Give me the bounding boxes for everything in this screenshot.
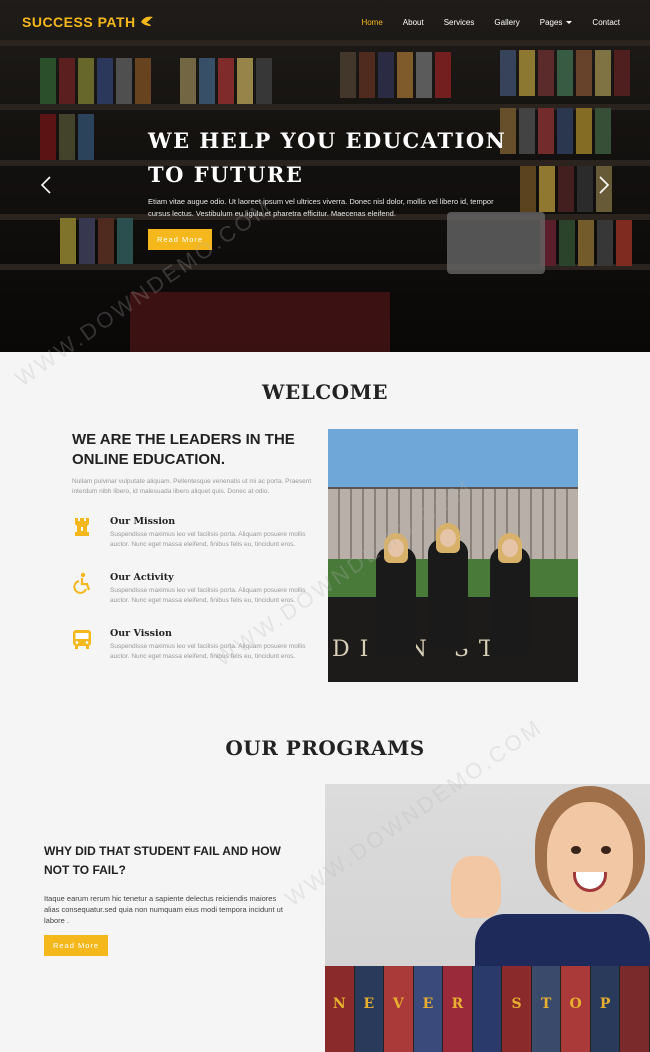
graduate-figure <box>502 539 518 557</box>
book-spine: S <box>502 966 532 1052</box>
book-spine <box>620 966 650 1052</box>
hero-title-line1: WE HELP YOU EDUCATION <box>148 128 507 153</box>
girl-figure <box>547 802 633 912</box>
nav-pages-label: Pages <box>539 18 563 27</box>
feature-text: Suspendisse maximus leo vel facilisis po… <box>110 587 306 604</box>
book-spine: V <box>384 966 414 1052</box>
book-letter: R <box>451 996 464 1012</box>
book-spine: T <box>531 966 562 1052</box>
nav-services[interactable]: Services <box>444 18 475 27</box>
book-letter: E <box>363 996 375 1012</box>
book-letter: E <box>422 996 434 1012</box>
nav-contact[interactable]: Contact <box>592 18 620 27</box>
welcome-heading: WE ARE THE LEADERS IN THE ONLINE EDUCATI… <box>72 431 295 468</box>
graduate-figure <box>388 539 404 557</box>
girl-figure <box>601 846 611 854</box>
top-navbar: SUCCESS PATH Home About Services Gallery… <box>0 0 650 44</box>
wheelchair-icon <box>73 572 91 594</box>
graduate-figure <box>490 547 530 657</box>
girl-photo: N E V E R S T O P <box>325 784 650 1052</box>
program-description: Itaque earum rerum hic tenetur a sapient… <box>44 894 283 925</box>
book-spine: R <box>443 966 473 1052</box>
program-heading: WHY DID THAT STUDENT FAIL AND HOW NOT TO… <box>44 844 281 877</box>
book-spine: E <box>413 966 444 1052</box>
program-read-more-button[interactable]: Read More <box>44 935 108 956</box>
nav-about[interactable]: About <box>403 18 424 27</box>
chevron-left-icon[interactable] <box>40 176 52 194</box>
book-spine: O <box>561 966 591 1052</box>
book-spine <box>472 966 503 1052</box>
book-stack: N E V E R S T O P <box>325 966 650 1052</box>
book-letter: O <box>569 996 582 1012</box>
hero-title: WE HELP YOU EDUCATION TO FUTURE <box>148 124 508 192</box>
programs-title: OUR PROGRAMS <box>225 736 425 760</box>
nav-home[interactable]: Home <box>361 18 382 27</box>
feature-title: Our Mission <box>110 516 176 527</box>
book-letter: N <box>332 996 346 1012</box>
feature-title: Our Vission <box>110 628 172 639</box>
book-letter: T <box>540 996 552 1012</box>
hero-read-more-button[interactable]: Read More <box>148 229 212 250</box>
girl-figure <box>451 856 501 918</box>
welcome-description: Nullam pulvinar vulputate aliquam. Pelle… <box>72 478 312 495</box>
girl-figure <box>475 914 650 974</box>
nav-gallery[interactable]: Gallery <box>494 18 519 27</box>
graduate-figure <box>440 529 456 547</box>
hero-description: Etiam vitae augue odio. Ut laoreet ipsum… <box>148 197 494 218</box>
graduates-photo: DINN ST <box>328 429 578 682</box>
nav-pages-dropdown[interactable]: Pages <box>540 18 573 27</box>
feature-text: Suspendisse maximus leo vel facilisis po… <box>110 531 306 548</box>
brand-logo[interactable]: SUCCESS PATH <box>22 14 136 30</box>
chevron-right-icon[interactable] <box>598 176 610 194</box>
book-spine: E <box>354 966 385 1052</box>
dove-icon <box>141 16 153 26</box>
rook-icon <box>75 518 89 536</box>
welcome-title: WELCOME <box>262 380 388 404</box>
hero-title-line2: TO FUTURE <box>148 162 304 187</box>
bus-icon <box>73 630 91 649</box>
book-letter: V <box>392 996 404 1012</box>
main-menu: Home About Services Gallery Pages Contac… <box>341 18 620 27</box>
book-spine: N <box>325 966 355 1052</box>
graduate-figure <box>428 539 468 649</box>
book-spine: P <box>590 966 621 1052</box>
feature-text: Suspendisse maximus leo vel facilisis po… <box>110 643 306 660</box>
graduate-figure <box>376 547 416 657</box>
caret-down-icon <box>566 21 573 24</box>
feature-title: Our Activity <box>110 572 174 583</box>
book-letter: S <box>511 996 522 1012</box>
hero-slider: SUCCESS PATH Home About Services Gallery… <box>0 0 650 352</box>
book-letter: P <box>599 996 611 1012</box>
girl-figure <box>571 846 581 854</box>
